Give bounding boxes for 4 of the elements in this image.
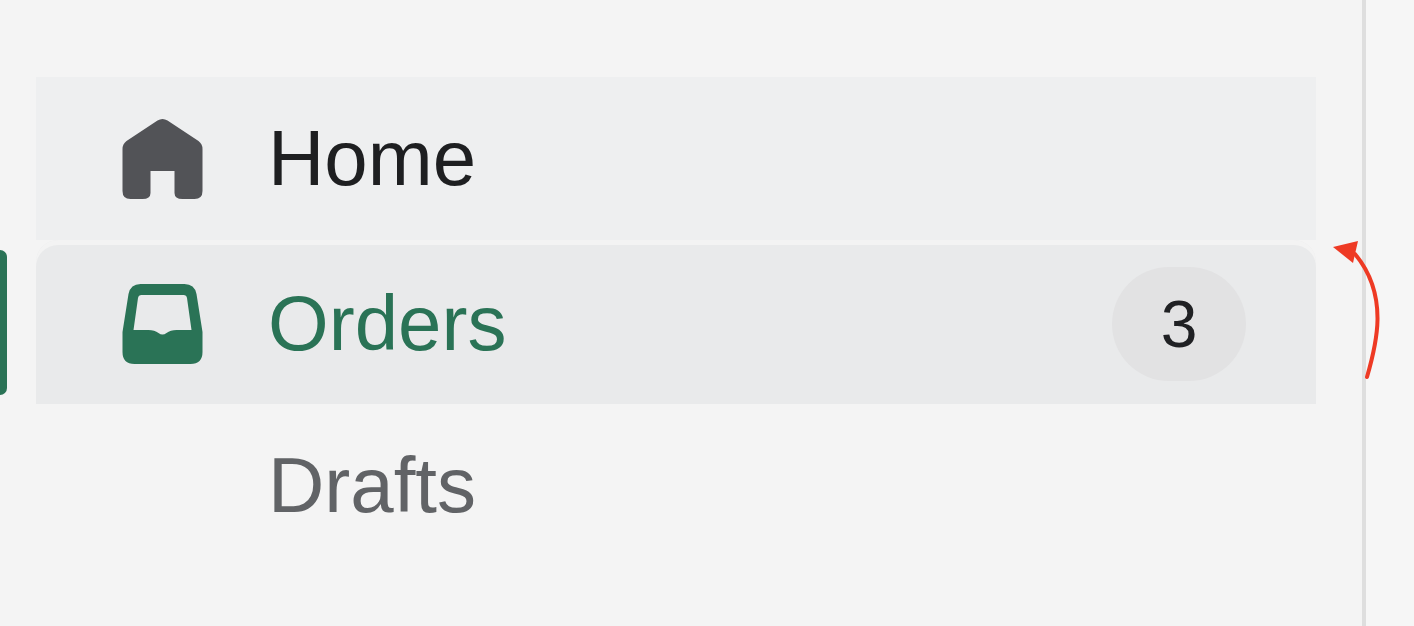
home-icon [122,118,203,199]
inbox-tray-icon [122,284,203,364]
count-badge: 3 [1112,267,1246,381]
nav-item[interactable]: Home [36,77,1316,240]
